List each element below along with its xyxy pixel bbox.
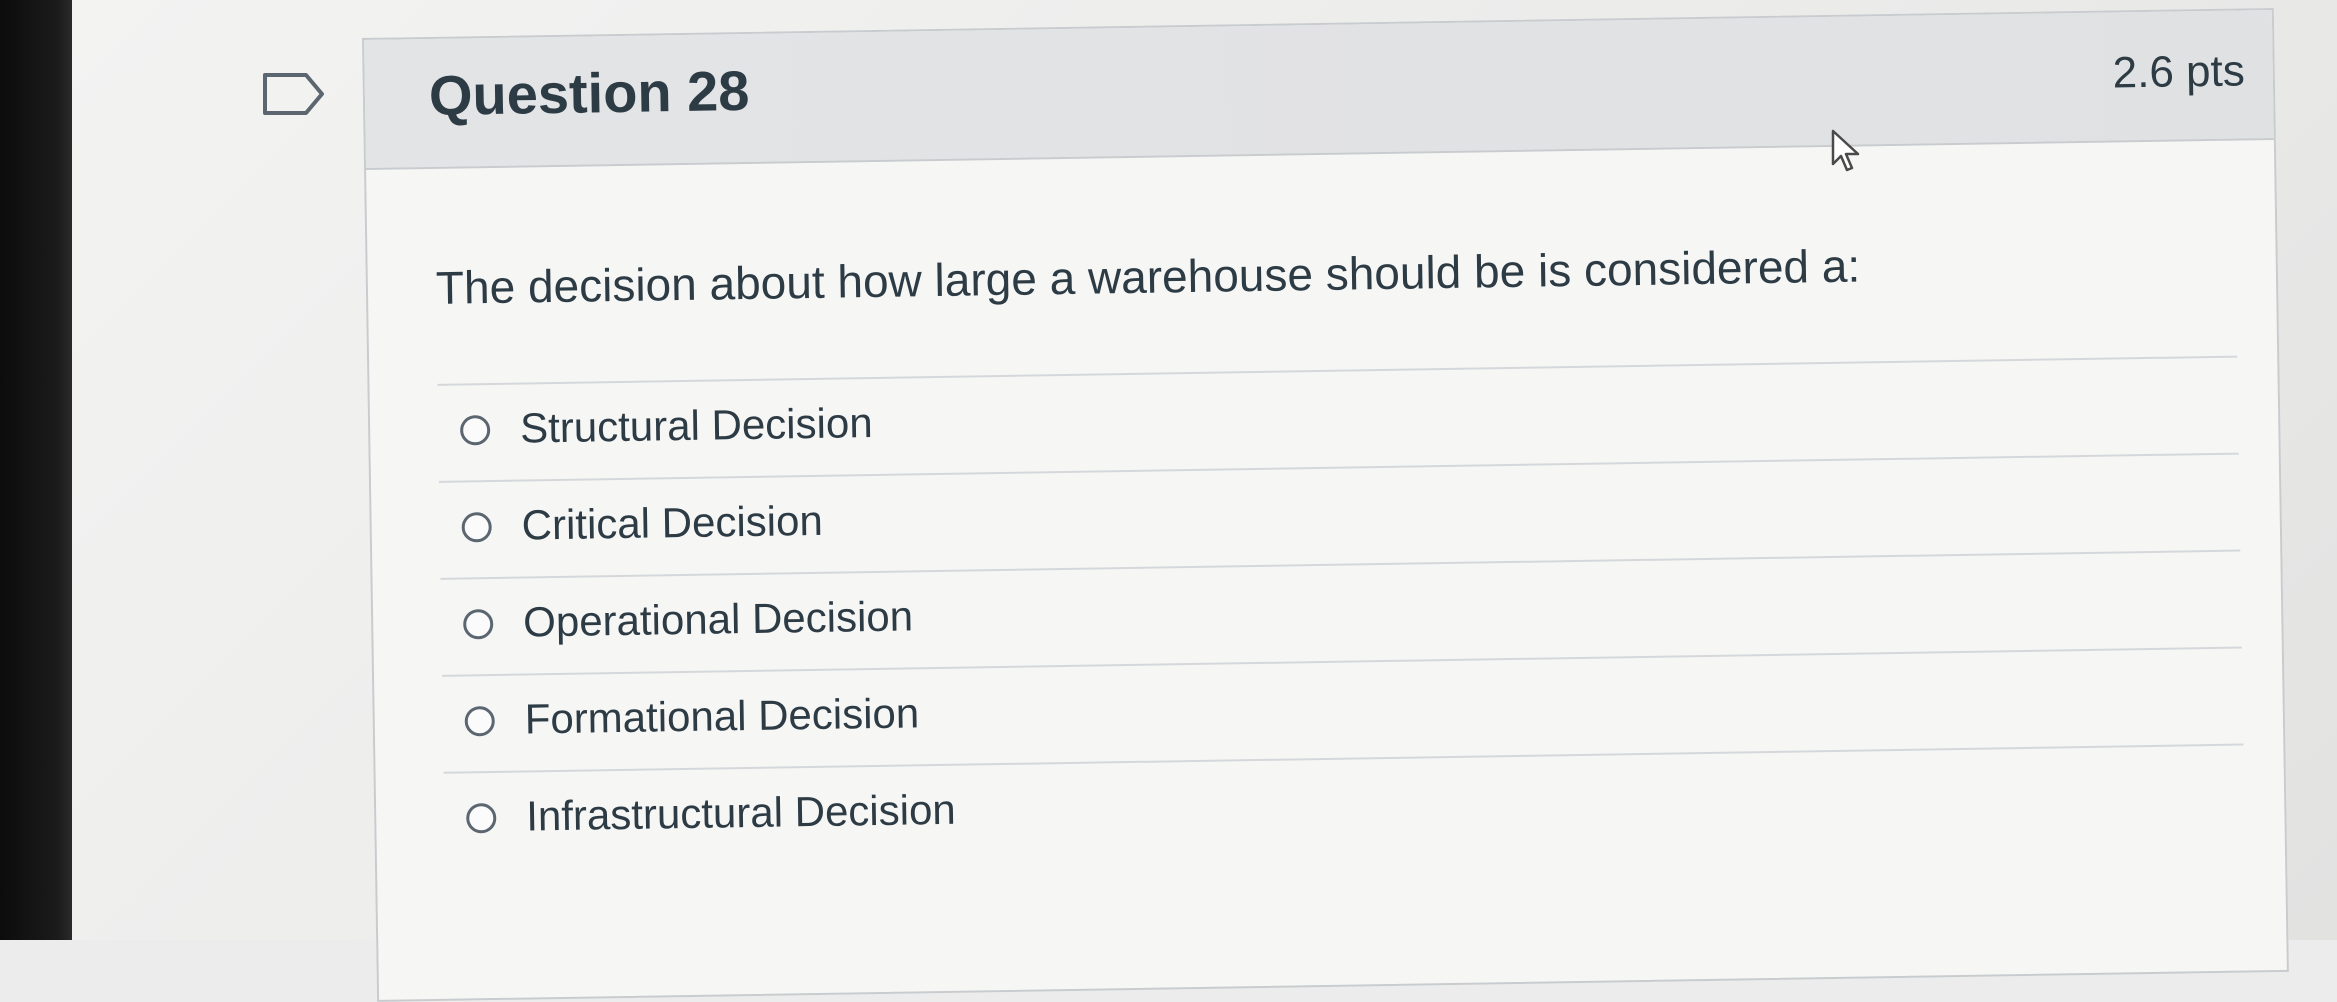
radio-empty-icon[interactable] [461,512,492,543]
radio-empty-icon[interactable] [459,415,491,446]
bookmark-flag-icon[interactable] [262,72,326,116]
question-text: The decision about how large a warehouse… [435,239,1861,314]
question-title: Question 28 [428,58,750,127]
mouse-pointer-icon [1831,129,1860,172]
monitor-bezel [0,0,72,940]
answer-label[interactable]: Structural Decision [520,399,873,453]
answer-label[interactable]: Operational Decision [523,592,914,646]
radio-empty-icon[interactable] [466,802,497,834]
answer-label[interactable]: Formational Decision [524,689,919,743]
question-header: Question 28 2.6 pts [364,9,2274,170]
question-points: 2.6 pts [2112,46,2246,98]
radio-empty-icon[interactable] [464,706,495,737]
answer-label[interactable]: Infrastructural Decision [526,786,956,841]
question-card: Question 28 2.6 pts The decision about h… [362,7,2289,1002]
radio-empty-icon[interactable] [462,609,494,640]
answer-label[interactable]: Critical Decision [521,497,823,550]
answer-list: Structural Decision Critical Decision Op… [437,355,2245,869]
